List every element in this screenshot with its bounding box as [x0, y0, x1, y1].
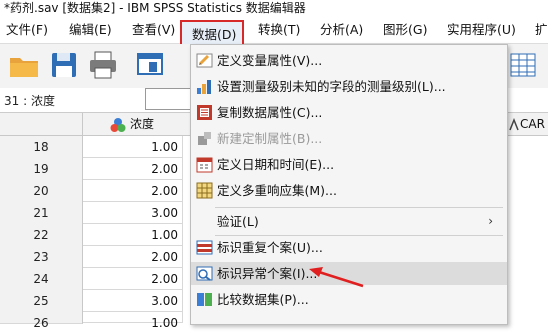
row-number[interactable]: 18	[0, 136, 83, 159]
duplicate-cases-icon	[196, 239, 213, 256]
row-number[interactable]: 25	[0, 290, 83, 313]
data-cell[interactable]: 1.00	[83, 224, 183, 246]
column-header-car-partial[interactable]: CAR	[520, 113, 545, 135]
menu-item-label: 比较数据集(P)...	[217, 292, 309, 307]
menu-item-label: 定义日期和时间(E)...	[217, 157, 335, 172]
menu-item-label: 设置测量级别未知的字段的测量级别(L)...	[217, 79, 446, 94]
menu-item-define-variable-properties[interactable]: 定义变量属性(V)...	[191, 49, 507, 72]
corner-cell[interactable]	[0, 113, 83, 135]
menu-item-duplicate-cases[interactable]: 标识重复个案(U)...	[191, 236, 507, 259]
data-cell[interactable]: 1.00	[83, 136, 183, 158]
annotation-arrow-icon	[309, 267, 364, 288]
data-cell[interactable]: 1.00	[83, 312, 183, 330]
row-number[interactable]: 26	[0, 312, 83, 330]
row-number[interactable]: 22	[0, 224, 83, 247]
grid-view-icon[interactable]	[510, 50, 536, 83]
menu-item-label: 标识异常个案(I)...	[217, 266, 318, 281]
cell-value-input[interactable]	[145, 88, 195, 110]
data-cell[interactable]: 2.00	[83, 268, 183, 290]
menu-analyze[interactable]: 分析(A)	[320, 21, 363, 39]
menu-item-label: 定义多重响应集(M)...	[217, 183, 337, 198]
menu-item-measurement-level[interactable]: 设置测量级别未知的字段的测量级别(L)...	[191, 75, 507, 98]
menu-graphs[interactable]: 图形(G)	[383, 21, 427, 39]
calendar-icon	[196, 156, 213, 173]
row-number[interactable]: 20	[0, 180, 83, 203]
menu-item-copy-data-properties[interactable]: 复制数据属性(C)...	[191, 101, 507, 124]
open-folder-icon[interactable]	[8, 50, 40, 83]
menu-extensions-partial[interactable]: 扩	[535, 21, 548, 39]
row-number[interactable]: 24	[0, 268, 83, 291]
menu-item-define-dates[interactable]: 定义日期和时间(E)...	[191, 153, 507, 176]
row-number[interactable]: 21	[0, 202, 83, 225]
menu-item-multiple-response[interactable]: 定义多重响应集(M)...	[191, 179, 507, 202]
menu-item-label: 新建定制属性(B)...	[217, 131, 323, 146]
scale-variable-icon	[508, 113, 520, 135]
compare-datasets-icon	[196, 291, 213, 308]
data-cell[interactable]: 3.00	[83, 202, 183, 224]
print-icon[interactable]	[88, 50, 118, 83]
menu-separator	[215, 207, 503, 208]
menu-data-label: 数据(D)	[192, 27, 237, 42]
menu-item-label: 标识重复个案(U)...	[217, 240, 323, 255]
new-custom-attribute-icon	[196, 130, 213, 147]
submenu-arrow-icon: ›	[488, 214, 493, 228]
menu-transform[interactable]: 转换(T)	[258, 21, 300, 39]
menu-data-active[interactable]: 数据(D)	[180, 20, 244, 46]
nominal-variable-icon	[110, 113, 126, 135]
cell-reference-label: 31 : 浓度	[4, 94, 55, 108]
define-variable-properties-icon	[196, 52, 213, 69]
row-number[interactable]: 23	[0, 246, 83, 269]
menu-file[interactable]: 文件(F)	[6, 21, 48, 39]
column-header-concentration[interactable]: 浓度	[130, 113, 154, 135]
menu-item-label: 验证(L)	[217, 214, 259, 229]
window-title: *药剂.sav [数据集2] - IBM SPSS Statistics 数据编…	[4, 1, 306, 15]
menu-bar: 文件(F) 编辑(E) 查看(V) 转换(T) 分析(A) 图形(G) 实用程序…	[0, 17, 548, 44]
menu-item-label: 复制数据属性(C)...	[217, 105, 323, 120]
multiple-response-icon	[196, 182, 213, 199]
data-cell[interactable]: 2.00	[83, 246, 183, 268]
menu-view[interactable]: 查看(V)	[132, 21, 175, 39]
menu-item-new-custom-attribute: 新建定制属性(B)...	[191, 127, 507, 150]
save-icon[interactable]	[50, 50, 78, 83]
title-bar: *药剂.sav [数据集2] - IBM SPSS Statistics 数据编…	[0, 0, 548, 17]
copy-data-properties-icon	[196, 104, 213, 121]
unusual-cases-icon	[196, 265, 213, 282]
data-cell[interactable]: 3.00	[83, 290, 183, 312]
measurement-level-icon	[196, 78, 213, 95]
data-cell[interactable]: 2.00	[83, 180, 183, 202]
menu-item-validation[interactable]: 验证(L) ›	[191, 210, 507, 233]
row-number[interactable]: 19	[0, 158, 83, 181]
data-cell[interactable]: 2.00	[83, 158, 183, 180]
menu-item-compare-datasets[interactable]: 比较数据集(P)...	[191, 288, 507, 311]
menu-utilities[interactable]: 实用程序(U)	[447, 21, 516, 39]
menu-edit[interactable]: 编辑(E)	[69, 21, 112, 39]
recall-dialog-icon[interactable]	[136, 50, 166, 83]
menu-item-label: 定义变量属性(V)...	[217, 53, 323, 68]
